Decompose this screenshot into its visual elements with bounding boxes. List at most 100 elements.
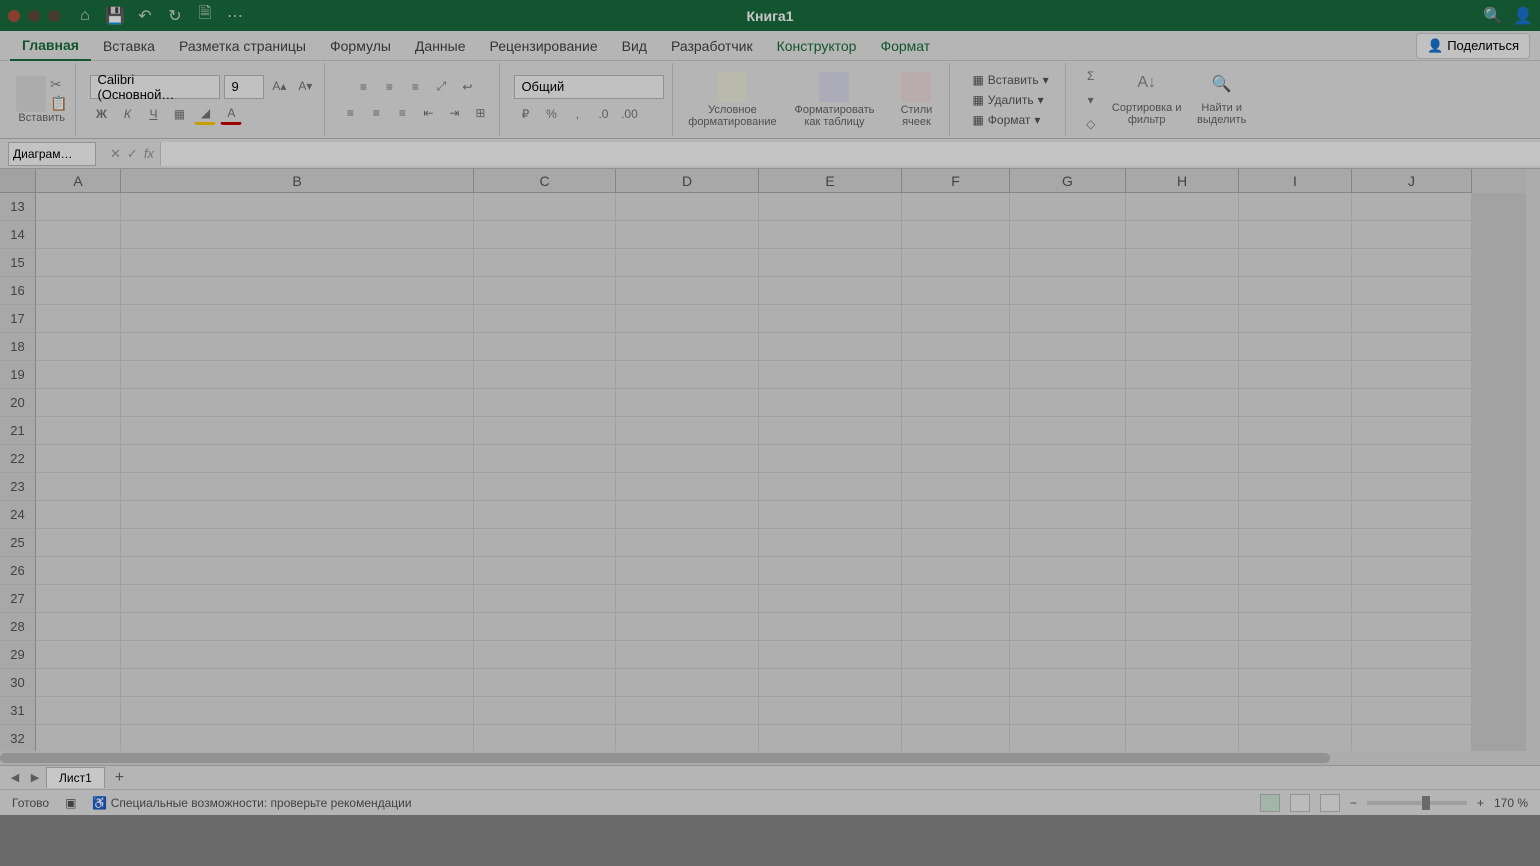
zoom-level[interactable]: 170 %	[1494, 796, 1528, 810]
column-header[interactable]: J	[1352, 169, 1472, 193]
row-header[interactable]: 14	[0, 221, 36, 249]
cancel-formula-icon[interactable]: ✕	[110, 146, 121, 162]
add-sheet-button[interactable]: +	[107, 767, 132, 789]
cell[interactable]	[474, 249, 616, 277]
cell[interactable]	[121, 389, 474, 417]
cell[interactable]	[616, 417, 759, 445]
redo-icon[interactable]: ↻	[166, 7, 184, 25]
cell[interactable]	[121, 529, 474, 557]
cell[interactable]	[474, 613, 616, 641]
cell[interactable]	[121, 277, 474, 305]
cell[interactable]	[902, 221, 1010, 249]
cell[interactable]	[616, 473, 759, 501]
cell[interactable]	[1126, 613, 1239, 641]
cell[interactable]	[759, 305, 902, 333]
conditional-formatting-icon[interactable]	[717, 72, 747, 102]
cell[interactable]	[1239, 389, 1352, 417]
cell[interactable]	[474, 193, 616, 221]
vertical-scrollbar[interactable]	[1526, 169, 1540, 765]
paste-icon[interactable]	[16, 76, 46, 112]
cell[interactable]	[902, 277, 1010, 305]
row-header[interactable]: 26	[0, 557, 36, 585]
column-header[interactable]: I	[1239, 169, 1352, 193]
cell[interactable]	[1239, 305, 1352, 333]
cell[interactable]	[1239, 557, 1352, 585]
align-right-icon[interactable]: ≡	[391, 102, 413, 124]
cell[interactable]	[1352, 249, 1472, 277]
decrease-decimal-icon[interactable]: .00	[618, 103, 640, 125]
cell[interactable]	[616, 333, 759, 361]
row-header[interactable]: 15	[0, 249, 36, 277]
insert-cells-button[interactable]: ▦ Вставить ▾	[964, 70, 1056, 90]
cell[interactable]	[1126, 445, 1239, 473]
font-color-button[interactable]: A	[220, 103, 242, 125]
cell[interactable]	[121, 501, 474, 529]
row-header[interactable]: 28	[0, 613, 36, 641]
cell[interactable]	[1126, 193, 1239, 221]
fill-icon[interactable]: ▾	[1080, 89, 1102, 111]
cell[interactable]	[1010, 529, 1126, 557]
cell[interactable]	[36, 725, 121, 753]
cell[interactable]	[1010, 501, 1126, 529]
view-normal-button[interactable]	[1260, 794, 1280, 812]
cell[interactable]	[1239, 417, 1352, 445]
cell[interactable]	[121, 641, 474, 669]
wrap-text-icon[interactable]: ↩	[456, 76, 478, 98]
cell[interactable]	[902, 417, 1010, 445]
formula-input[interactable]	[160, 142, 1540, 166]
cell[interactable]	[474, 529, 616, 557]
cell[interactable]	[36, 641, 121, 669]
decrease-font-icon[interactable]: A▾	[294, 75, 316, 97]
cell[interactable]	[616, 529, 759, 557]
cell[interactable]	[1352, 697, 1472, 725]
cell[interactable]	[1352, 613, 1472, 641]
cell[interactable]	[1126, 417, 1239, 445]
cell[interactable]	[1010, 277, 1126, 305]
cell[interactable]	[121, 305, 474, 333]
cell[interactable]	[759, 501, 902, 529]
print-icon[interactable]: 🗎	[196, 7, 214, 25]
cell[interactable]	[1126, 277, 1239, 305]
maximize-window[interactable]	[48, 10, 60, 22]
minimize-window[interactable]	[28, 10, 40, 22]
undo-icon[interactable]: ↶	[136, 7, 154, 25]
cell[interactable]	[121, 557, 474, 585]
horizontal-scrollbar[interactable]	[0, 751, 1526, 765]
cell[interactable]	[1126, 473, 1239, 501]
cell[interactable]	[1239, 501, 1352, 529]
cell[interactable]	[902, 389, 1010, 417]
cell[interactable]	[759, 193, 902, 221]
cell[interactable]	[1239, 193, 1352, 221]
row-header[interactable]: 19	[0, 361, 36, 389]
cell[interactable]	[902, 445, 1010, 473]
cell[interactable]	[36, 193, 121, 221]
row-header[interactable]: 30	[0, 669, 36, 697]
cell[interactable]	[36, 585, 121, 613]
cell[interactable]	[616, 361, 759, 389]
cell[interactable]	[1239, 221, 1352, 249]
share-button[interactable]: 👤 Поделиться	[1416, 33, 1530, 59]
increase-decimal-icon[interactable]: .0	[592, 103, 614, 125]
cell[interactable]	[1352, 585, 1472, 613]
row-header[interactable]: 18	[0, 333, 36, 361]
cell[interactable]	[36, 305, 121, 333]
cell[interactable]	[902, 193, 1010, 221]
tab-data[interactable]: Данные	[403, 32, 478, 60]
row-header[interactable]: 29	[0, 641, 36, 669]
row-header[interactable]: 13	[0, 193, 36, 221]
cell[interactable]	[1126, 221, 1239, 249]
tab-chart-format[interactable]: Формат	[868, 32, 942, 60]
cell[interactable]	[1352, 333, 1472, 361]
cell[interactable]	[474, 333, 616, 361]
view-page-layout-button[interactable]	[1290, 794, 1310, 812]
align-center-icon[interactable]: ≡	[365, 102, 387, 124]
cell[interactable]	[474, 361, 616, 389]
cell[interactable]	[902, 473, 1010, 501]
cell[interactable]	[36, 389, 121, 417]
cell[interactable]	[1352, 725, 1472, 753]
cell[interactable]	[759, 417, 902, 445]
column-header[interactable]: E	[759, 169, 902, 193]
cell[interactable]	[36, 249, 121, 277]
cell[interactable]	[121, 725, 474, 753]
cell[interactable]	[121, 221, 474, 249]
